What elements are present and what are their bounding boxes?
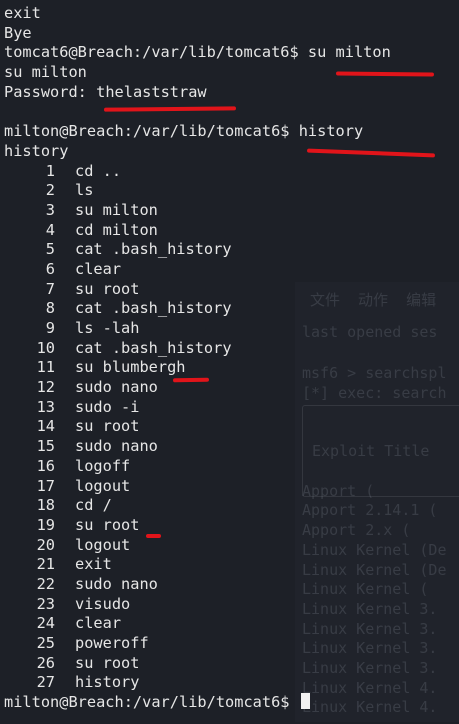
history-number: 17 [36,476,55,495]
history-number: 14 [36,417,55,436]
history-entry: 13 sudo -i [4,398,391,418]
history-entry: 20 logout [4,536,391,556]
annotation-underline-blumbergh [172,377,210,383]
history-number: 21 [36,555,55,574]
history-command: sudo nano [75,378,158,397]
history-entry: 23 visudo [4,595,391,615]
output-line: Bye [4,23,32,42]
history-entry: 16 logoff [4,457,391,477]
history-entry: 24 clear [4,614,391,634]
history-command: su milton [75,200,158,219]
history-entry: 18 cd / [4,496,391,516]
history-number: 13 [36,397,55,416]
terminal-window[interactable]: 文件 动作 编辑 last opened ses msf6 > searchsp… [0,0,459,724]
history-number: 1 [45,161,55,180]
final-prompt-line[interactable]: milton@Breach:/var/lib/tomcat6$ [4,693,391,713]
history-command: cd / [75,496,112,515]
history-command: visudo [75,594,131,613]
password-line: Password: thelaststraw [4,83,391,103]
history-command: cat .bash_history [75,299,232,318]
text-cursor [300,693,310,710]
history-command: sudo -i [75,397,140,416]
history-entry: 26 su root [4,654,391,674]
history-command: poweroff [75,634,149,652]
history-number: 24 [36,614,55,633]
history-entry: 15 sudo nano [4,437,391,457]
history-command: ls [75,181,94,200]
history-entry: 10 cat .bash_history [4,339,391,359]
history-command: cd .. [75,161,122,180]
history-number: 4 [45,220,55,239]
history-entry: 14 su root [4,417,391,437]
history-command: logout [75,535,131,554]
history-entry: 27 history [4,673,391,693]
history-number: 23 [36,594,55,613]
history-command: exit [75,555,112,574]
history-number: 8 [45,299,55,318]
history-number: 12 [36,378,55,397]
shell-prompt: milton@Breach:/var/lib/tomcat6$ [4,693,299,712]
history-command: su blumbergh [75,358,186,377]
history-command: cat .bash_history [75,338,232,357]
history-number: 6 [45,259,55,278]
history-number: 2 [45,181,55,200]
history-entry: 19 su root [4,516,391,536]
history-command: cat .bash_history [75,240,232,259]
history-number: 18 [36,496,55,515]
history-entry: 4 cd milton [4,221,391,241]
history-command: logout [75,476,131,495]
password-value: thelaststraw [96,82,207,101]
history-number: 11 [36,358,55,377]
annotation-underline-su-root [146,534,161,538]
history-number: 26 [36,653,55,672]
history-entry: 17 logout [4,477,391,497]
history-command: history [75,673,140,692]
history-entry: 11 su blumbergh [4,358,391,378]
history-command: su root [75,653,140,672]
history-number: 22 [36,574,55,593]
history-entry: 25 poweroff [4,634,391,654]
history-number: 19 [36,515,55,534]
history-command-line: milton@Breach:/var/lib/tomcat6$ history [4,122,364,141]
history-number: 3 [45,200,55,219]
history-command: clear [75,259,122,278]
history-number: 7 [45,279,55,298]
history-command: sudo nano [75,437,158,456]
history-command: ls -lah [75,319,140,337]
history-entry: 22 sudo nano [4,575,391,595]
history-entry: 2 ls [4,181,391,201]
history-number: 20 [36,535,55,554]
history-number: 10 [36,338,55,357]
password-label: Password: [4,82,97,101]
history-command: su root [75,515,140,534]
history-entry: 5 cat .bash_history [4,240,391,260]
history-number: 27 [36,673,55,692]
history-entry: 3 su milton [4,201,391,221]
output-line: tomcat6@Breach:/var/lib/tomcat6$ su milt… [4,43,391,62]
history-command: logoff [75,456,131,475]
history-entry: 21 exit [4,555,391,575]
output-line: exit [4,4,41,22]
history-number: 9 [45,319,55,337]
history-number: 16 [36,456,55,475]
history-number: 25 [36,634,55,652]
history-entry: 6 clear [4,260,391,280]
history-command: su root [75,279,140,298]
history-number: 15 [36,437,55,456]
output-line: su milton [4,63,87,82]
history-entry: 9 ls -lah [4,319,391,339]
history-command: su root [75,417,140,436]
history-number: 5 [45,240,55,259]
history-entry: 8 cat .bash_history [4,299,391,319]
history-command: clear [75,614,122,633]
history-entry: 7 su root [4,280,391,300]
history-command: sudo nano [75,574,158,593]
history-entry: 1 cd .. [4,162,391,182]
history-command: cd milton [75,220,158,239]
